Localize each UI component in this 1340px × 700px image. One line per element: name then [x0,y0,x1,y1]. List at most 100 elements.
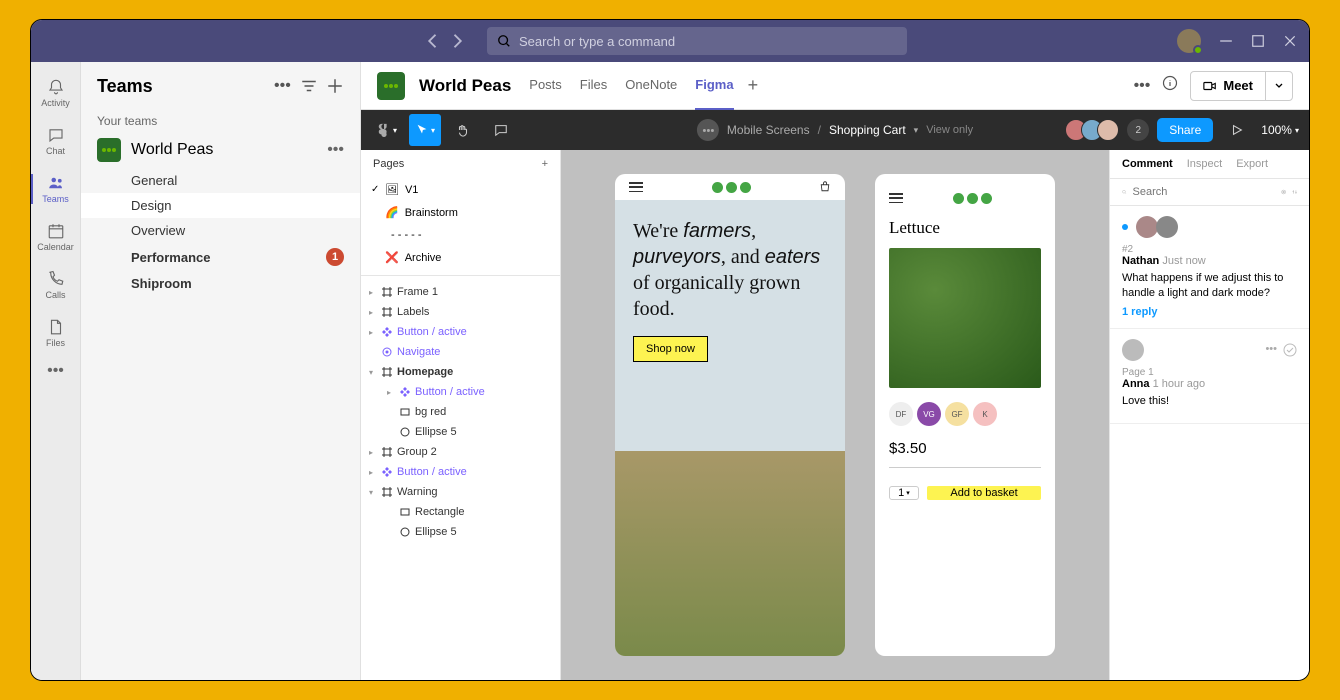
page-item[interactable]: 🌈Brainstorm [361,201,560,224]
collaborator-count[interactable]: 2 [1127,119,1149,141]
unread-badge: 1 [326,248,344,266]
cart-icon [819,181,831,193]
layer-item[interactable]: ▸Labels [361,302,560,322]
layer-item[interactable]: Navigate [361,342,560,362]
tab-inspect[interactable]: Inspect [1187,158,1222,170]
right-panel: Comment Inspect Export #2Nathan Just now… [1109,150,1309,680]
teams-sidebar: Teams ••• Your teams World Peas ••• Gene… [81,62,361,680]
comment-item[interactable]: #2Nathan Just nowWhat happens if we adju… [1110,206,1309,329]
layer-item[interactable]: ▸Button / active [361,382,560,402]
comment-item[interactable]: •••Page 1Anna 1 hour agoLove this! [1110,329,1309,424]
layer-item[interactable]: bg red [361,402,560,422]
rail-teams[interactable]: Teams [31,166,81,212]
layer-item[interactable]: ▸Button / active [361,462,560,482]
nav-forward-icon[interactable] [447,31,467,51]
logo-dots-icon [712,182,751,193]
layer-item[interactable]: ▾Homepage [361,362,560,382]
settings-icon[interactable] [1292,185,1297,199]
resolve-icon[interactable] [1283,343,1297,357]
shop-now-button: Shop now [633,336,708,362]
figma-comment-tool[interactable] [485,114,517,146]
color-swatches: DFVGGFK [889,402,1041,426]
rail-activity[interactable]: Activity [31,70,81,116]
page-item[interactable]: ❌Archive [361,246,560,269]
tab-comment[interactable]: Comment [1122,158,1173,170]
comment-avatar [1156,216,1178,238]
filter-icon[interactable] [1281,185,1286,199]
nav-back-icon[interactable] [423,31,443,51]
figma-move-tool[interactable]: ▾ [409,114,441,146]
channel-header: World Peas PostsFilesOneNoteFigma + ••• … [361,62,1309,110]
team-world-peas[interactable]: World Peas ••• [81,132,360,168]
channel-shiproom[interactable]: Shiproom [81,271,360,296]
layer-item[interactable]: ▸Frame 1 [361,282,560,302]
meet-button[interactable]: Meet [1190,71,1293,101]
comment-avatar [1136,216,1158,238]
channel-info-icon[interactable] [1162,75,1178,96]
rail-files[interactable]: Files [31,310,81,356]
rail-calls[interactable]: Calls [31,262,81,308]
reply-link[interactable]: 1 reply [1122,306,1297,318]
tab-onenote[interactable]: OneNote [625,62,677,110]
command-search-input[interactable] [519,34,897,49]
figma-hand-tool[interactable] [447,114,479,146]
channel-general[interactable]: General [81,168,360,193]
window-close-icon[interactable] [1283,34,1297,48]
figma-breadcrumb: Mobile Screens / Shopping Cart ▾ View on… [697,119,973,141]
collaborator-avatars[interactable] [1071,119,1119,141]
layer-item[interactable]: ▾Warning [361,482,560,502]
layer-item[interactable]: Rectangle [361,502,560,522]
video-icon [1203,79,1217,93]
comment-avatar [1122,339,1144,361]
channel-more-icon[interactable]: ••• [1134,77,1151,95]
view-only-label: View only [926,124,973,136]
chevron-down-icon[interactable]: ▾ [914,125,919,136]
channel-overview[interactable]: Overview [81,218,360,243]
share-button[interactable]: Share [1157,118,1213,142]
rail-more-icon[interactable]: ••• [47,362,64,380]
hamburger-icon [629,182,643,192]
swatch-k: K [973,402,997,426]
present-button[interactable] [1221,114,1253,146]
command-search[interactable] [487,27,907,55]
page-item[interactable]: - - - - - [361,224,560,246]
tab-posts[interactable]: Posts [529,62,562,110]
layer-item[interactable]: ▸Group 2 [361,442,560,462]
rail-calendar[interactable]: Calendar [31,214,81,260]
swatch-gf: GF [945,402,969,426]
project-logo-icon [697,119,719,141]
team-more-icon[interactable]: ••• [327,141,344,159]
page-item[interactable]: 🖼V1 [361,178,560,201]
mockup-homepage: We're farmers, purveyors, and eaters of … [615,174,845,656]
channel-performance[interactable]: Performance1 [81,243,360,271]
tab-export[interactable]: Export [1236,158,1268,170]
window-minimize-icon[interactable] [1219,34,1233,48]
mockup-product: Lettuce DFVGGFK $3.50 1▾ Add to basket [875,174,1055,656]
layer-item[interactable]: Ellipse 5 [361,522,560,542]
comment-more-icon[interactable]: ••• [1265,343,1277,357]
main-area: World Peas PostsFilesOneNoteFigma + ••• … [361,62,1309,680]
rail-chat[interactable]: Chat [31,118,81,164]
add-tab-button[interactable]: + [748,75,759,96]
window-maximize-icon[interactable] [1251,34,1265,48]
layer-item[interactable]: ▸Button / active [361,322,560,342]
comment-search-input[interactable] [1133,186,1275,198]
channel-design[interactable]: Design [81,193,360,218]
tab-figma[interactable]: Figma [695,62,733,110]
app-window: Activity Chat Teams Calendar Calls Files [30,19,1310,681]
figma-canvas[interactable]: We're farmers, purveyors, and eaters of … [561,150,1109,680]
search-icon [497,34,511,48]
meet-dropdown-icon[interactable] [1265,72,1292,100]
layer-item[interactable]: Ellipse 5 [361,422,560,442]
teams-filter-icon[interactable] [300,77,318,95]
zoom-control[interactable]: 100% ▾ [1261,123,1299,137]
layers-panel: Pages + 🖼V1🌈Brainstorm- - - - -❌Archive … [361,150,561,680]
tab-files[interactable]: Files [580,62,607,110]
team-name-label: World Peas [131,141,213,159]
product-price: $3.50 [889,440,1041,468]
add-page-button[interactable]: + [542,158,548,170]
teams-more-icon[interactable]: ••• [274,77,292,95]
teams-add-icon[interactable] [326,77,344,95]
user-avatar[interactable] [1177,29,1201,53]
figma-menu-button[interactable]: ▾ [371,114,403,146]
